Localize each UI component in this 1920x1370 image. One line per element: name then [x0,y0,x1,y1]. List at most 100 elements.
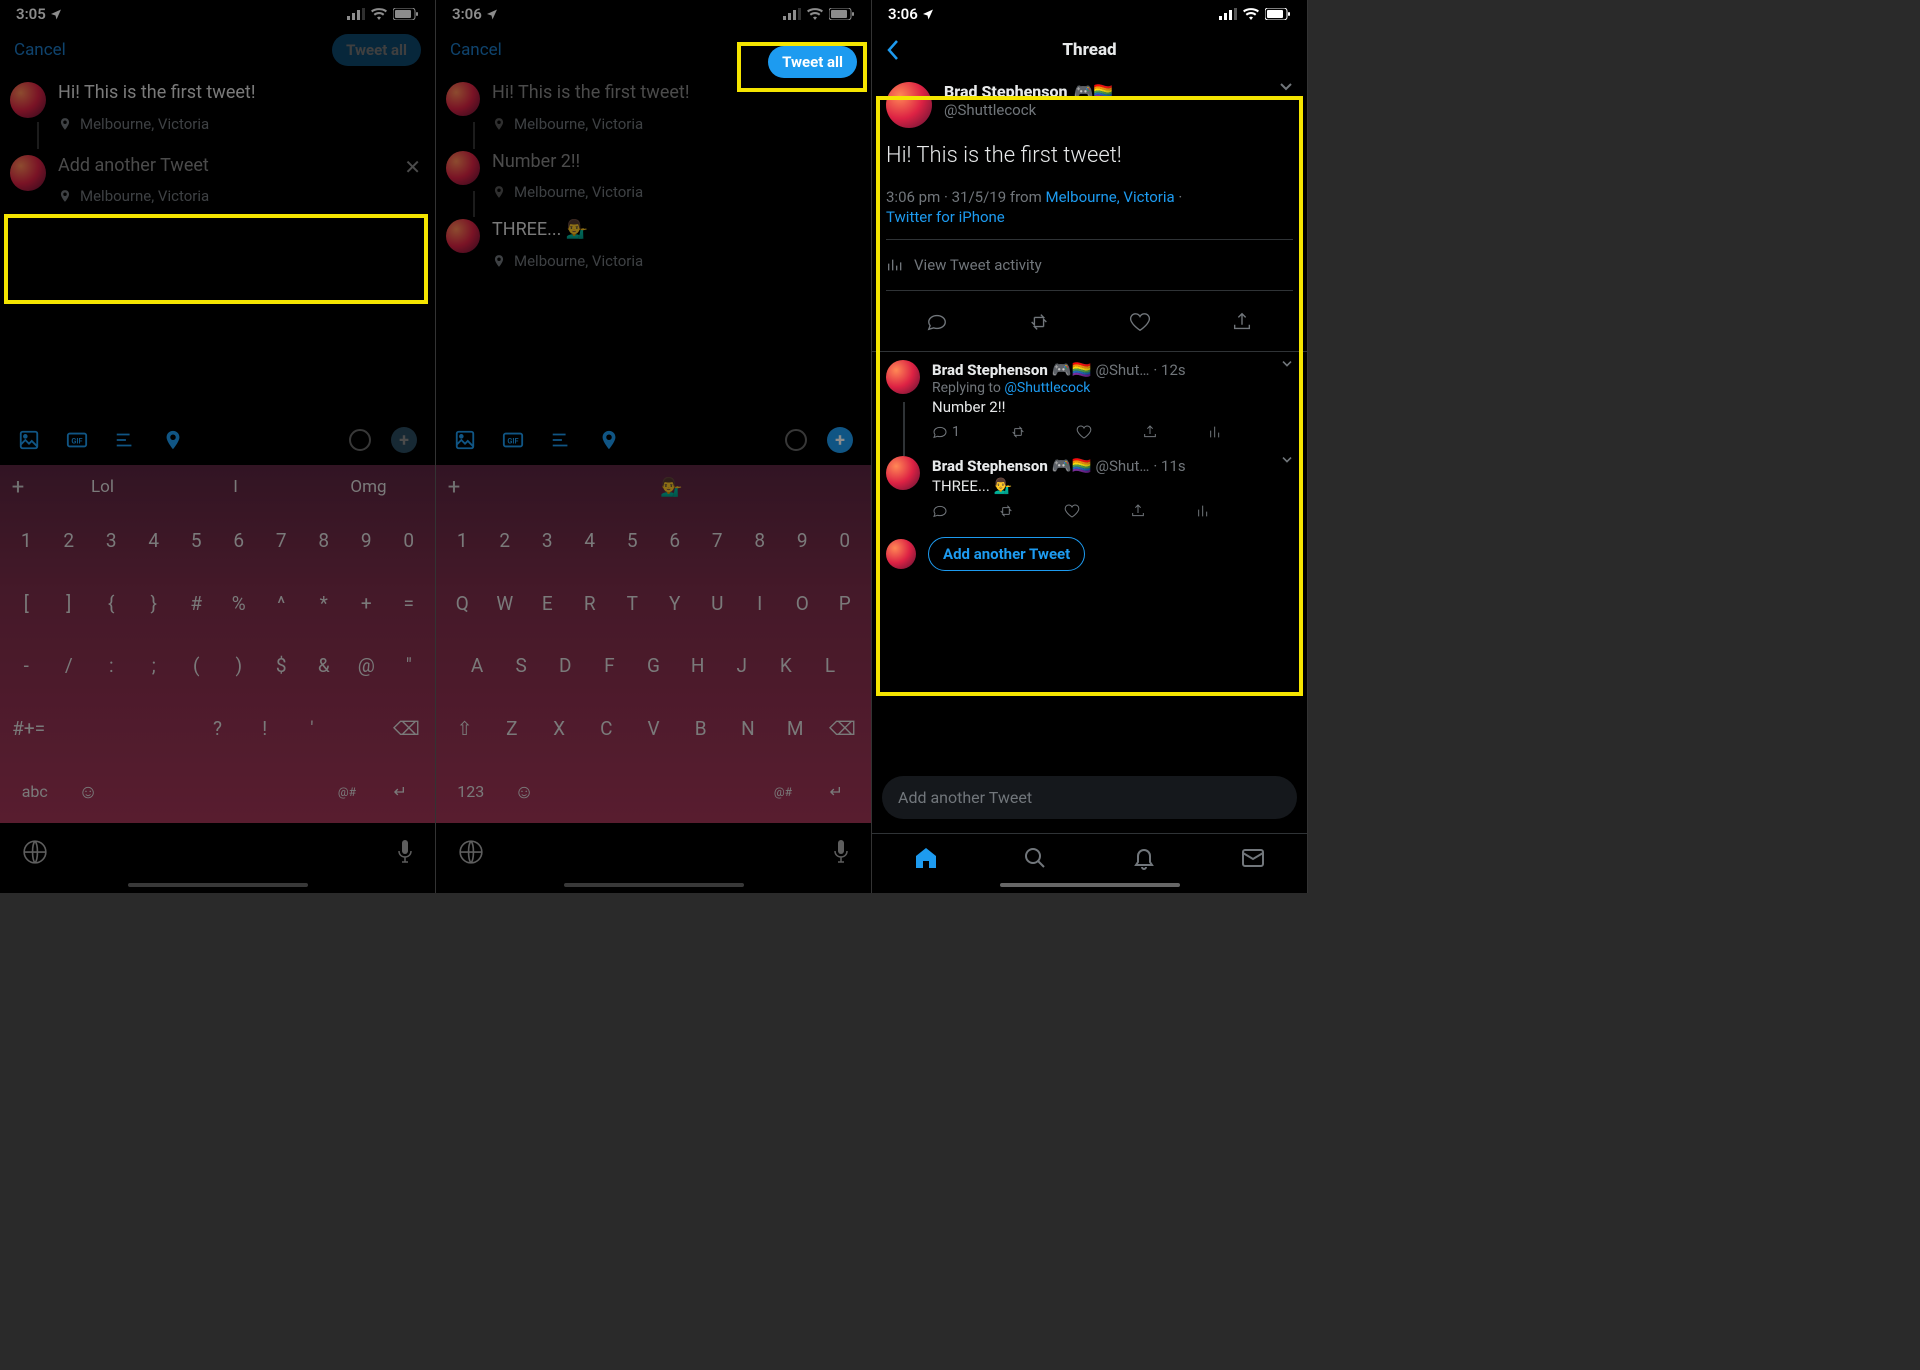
location-tag[interactable]: Melbourne, Victoria [492,252,861,270]
keyboard-key[interactable]: P [827,576,864,631]
tweet-all-button[interactable]: Tweet all [332,34,421,66]
keyboard-key[interactable]: #+= [8,701,49,756]
keyboard-key[interactable]: 1 [444,513,481,568]
keyboard-key[interactable]: 7 [263,513,300,568]
retweet-icon[interactable] [998,503,1014,519]
tweet-row-3[interactable]: THREE... 💁‍♂️ Melbourne, Victoria [446,213,861,276]
keyboard-key[interactable]: 2 [487,513,524,568]
keyboard-key[interactable]: F [590,639,628,694]
keyboard-key[interactable]: I [742,576,779,631]
keyboard[interactable]: + 💁‍♂️ 1234567890 QWERTYUIOP ASDFGHJKL ⇧… [436,465,871,823]
avatar[interactable] [886,456,920,490]
gif-icon[interactable]: GIF [66,429,88,451]
keyboard-key[interactable]: 2 [51,513,88,568]
keyboard-key[interactable]: ⌫ [822,701,863,756]
keyboard-key[interactable]: - [8,639,45,694]
keyboard-key[interactable]: 4 [572,513,609,568]
location-icon[interactable] [598,429,620,451]
keyboard-key[interactable] [339,701,380,756]
tweet-3-text[interactable]: THREE... 💁‍♂️ [492,219,861,242]
keyboard-key[interactable]: { [93,576,130,631]
keyboard-key[interactable]: ; [136,639,173,694]
like-icon[interactable] [1064,503,1080,519]
gif-icon[interactable]: GIF [502,429,524,451]
location-tag[interactable]: Melbourne, Victoria [58,115,425,133]
view-activity-row[interactable]: View Tweet activity [886,252,1293,278]
home-tab-icon[interactable] [914,846,938,870]
avatar[interactable] [886,360,920,394]
reply-icon[interactable] [926,311,948,333]
keyboard-key[interactable]: E [529,576,566,631]
keyboard-key[interactable]: B [680,701,721,756]
user-name[interactable]: Brad Stephenson [944,82,1067,101]
location-icon[interactable] [162,429,184,451]
chevron-down-icon[interactable] [1279,82,1293,128]
retweet-icon[interactable] [1010,424,1026,440]
abc-key[interactable]: abc [8,764,61,819]
keyboard-key[interactable]: 5 [614,513,651,568]
keyboard-key[interactable]: + [348,576,385,631]
keyboard-key[interactable]: S [502,639,540,694]
chevron-down-icon[interactable] [1281,456,1293,519]
poll-icon[interactable] [114,429,136,451]
keyboard-key[interactable]: W [487,576,524,631]
suggestion-expand[interactable]: + [0,475,36,500]
image-icon[interactable] [18,429,40,451]
tweet-2-text[interactable]: Number 2!! [492,151,861,174]
main-tweet[interactable]: Brad Stephenson 🎮🏳️‍🌈 @Shuttlecock Hi! T… [872,72,1307,351]
keyboard-key[interactable]: 5 [178,513,215,568]
keyboard-key[interactable]: ⇧ [444,701,485,756]
keyboard-key[interactable]: 4 [136,513,173,568]
add-tweet-button[interactable]: + [827,427,853,453]
keyboard-key[interactable]: 0 [827,513,864,568]
share-icon[interactable] [1130,503,1146,519]
keyboard-key[interactable]: 8 [306,513,343,568]
back-button[interactable] [886,39,900,61]
space-key[interactable] [115,764,321,819]
compose-reply-input[interactable]: Add another Tweet [882,776,1297,819]
messages-tab-icon[interactable] [1241,846,1265,870]
keyboard-key[interactable]: ' [291,701,332,756]
keyboard-key[interactable]: Y [657,576,694,631]
tweet-2-placeholder[interactable]: Add another Tweet [58,155,388,178]
keyboard-key[interactable]: * [306,576,343,631]
keyboard-key[interactable]: ( [178,639,215,694]
emoji-key[interactable]: ☺ [503,764,544,819]
emoji-key[interactable]: ☺ [67,764,108,819]
keyboard-key[interactable]: 9 [348,513,385,568]
keyboard-key[interactable]: R [572,576,609,631]
add-another-tweet-button[interactable]: Add another Tweet [928,537,1085,571]
suggestion-expand[interactable]: + [436,475,472,500]
keyboard-key[interactable]: ? [197,701,238,756]
location-link[interactable]: Melbourne, Victoria [1045,188,1174,206]
keyboard-key[interactable]: $ [263,639,300,694]
keyboard-key[interactable]: ) [221,639,258,694]
tweet-1-text[interactable]: Hi! This is the first tweet! [492,82,861,105]
keyboard[interactable]: + Lol I Omg 1234567890 []{}#%^*+= -/:;()… [0,465,435,823]
keyboard-key[interactable]: / [51,639,88,694]
keyboard-key[interactable] [55,701,96,756]
poll-icon[interactable] [550,429,572,451]
keyboard-key[interactable]: 9 [784,513,821,568]
globe-icon[interactable] [458,839,484,865]
location-tag[interactable]: Melbourne, Victoria [492,115,861,133]
keyboard-key[interactable]: ! [244,701,285,756]
keyboard-key[interactable] [102,701,143,756]
space-key[interactable] [551,764,757,819]
suggestion[interactable]: Lol [36,477,169,497]
keyboard-key[interactable]: : [93,639,130,694]
keyboard-key[interactable]: L [811,639,849,694]
keyboard-key[interactable]: C [586,701,627,756]
keyboard-key[interactable]: 0 [391,513,428,568]
chevron-down-icon[interactable] [1281,360,1293,440]
keyboard-key[interactable]: X [538,701,579,756]
source-link[interactable]: Twitter for iPhone [886,208,1005,226]
keyboard-key[interactable]: Z [491,701,532,756]
analytics-icon[interactable] [1208,424,1224,440]
keyboard-key[interactable]: 1 [8,513,45,568]
keyboard-key[interactable]: V [633,701,674,756]
suggestion[interactable]: 💁‍♂️ [472,477,871,498]
user-name[interactable]: Brad Stephenson [932,457,1048,475]
reply-tweet-2[interactable]: Brad Stephenson 🎮🏳️‍🌈 @Shut… · 11s THREE… [872,448,1307,527]
add-tweet-button[interactable]: + [391,427,417,453]
